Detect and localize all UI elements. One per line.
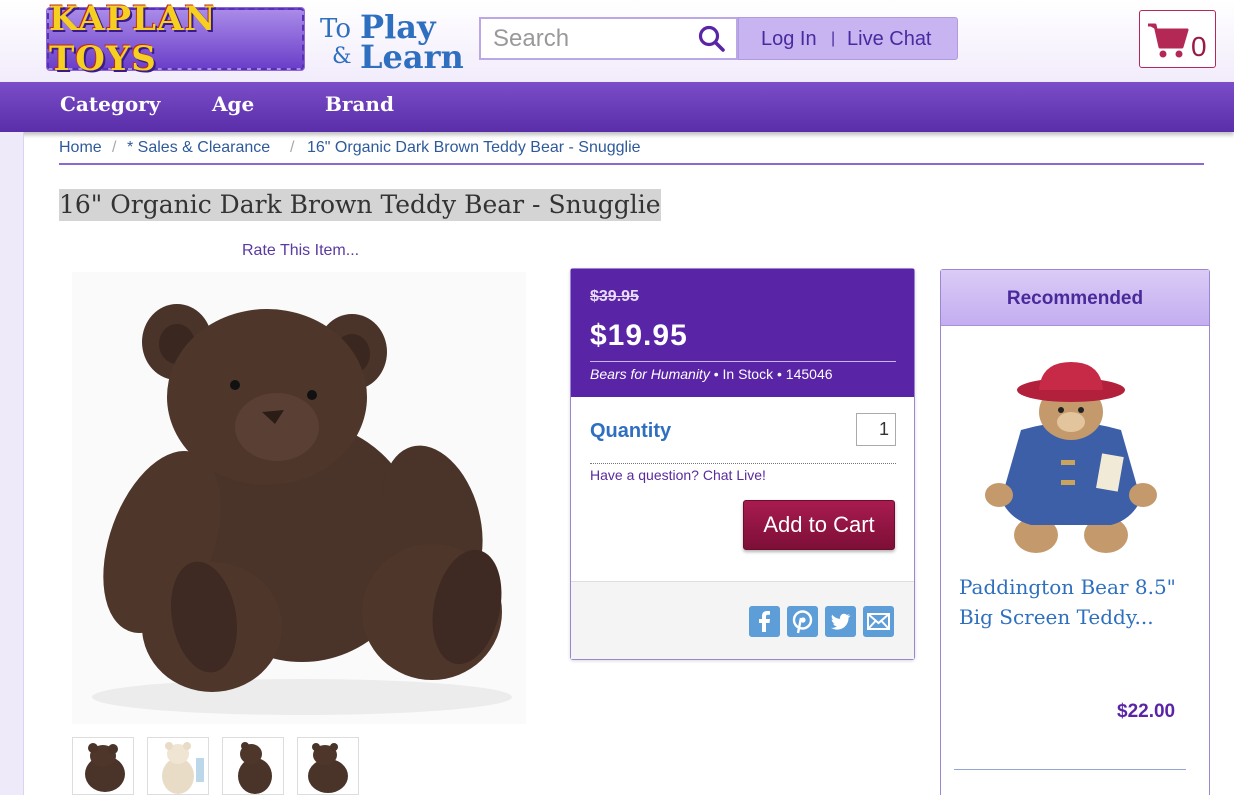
recommended-item-name[interactable]: Paddington Bear 8.5" Big Screen Teddy... <box>959 572 1199 632</box>
breadcrumb-sales-clearance[interactable]: * Sales & Clearance <box>127 139 270 157</box>
product-sku: 145046 <box>785 366 833 382</box>
thumbnail-4[interactable] <box>297 737 359 795</box>
search-icon[interactable] <box>697 24 727 54</box>
email-icon[interactable] <box>863 606 894 637</box>
recommended-panel: Recommended Paddington Bear 8.5" Big Scr… <box>940 269 1210 795</box>
page-side-edge <box>0 132 24 795</box>
recommended-header: Recommended <box>941 270 1209 326</box>
tagline-learn: Learn <box>360 38 464 76</box>
tagline-and: & <box>332 44 352 69</box>
meta-bullet: • <box>713 366 719 382</box>
product-main-image[interactable] <box>72 272 526 724</box>
shopping-cart-icon <box>1148 23 1189 58</box>
meta-bullet: • <box>777 366 782 382</box>
brand-name[interactable]: Bears for Humanity <box>590 366 710 382</box>
search-input[interactable] <box>493 25 693 53</box>
rate-item-link[interactable]: Rate This Item... <box>242 242 359 260</box>
breadcrumb-separator: / <box>112 139 117 156</box>
logo-text: KAPLAN TOYS <box>49 0 217 79</box>
price-panel: $39.95 $19.95 Bears for Humanity • In St… <box>570 268 915 660</box>
bear-thumbnail-image <box>162 742 204 794</box>
tagline-to: To <box>320 14 351 44</box>
quantity-divider <box>590 463 896 464</box>
quantity-label: Quantity <box>590 420 672 442</box>
cart-button[interactable]: 0 <box>1139 10 1216 68</box>
add-to-cart-button[interactable]: Add to Cart <box>743 500 895 550</box>
sale-price: $19.95 <box>590 319 688 352</box>
cart-count: 0 <box>1191 31 1207 62</box>
bear-thumbnail-image <box>85 743 125 792</box>
bear-thumbnail-image <box>308 743 348 793</box>
quantity-input[interactable] <box>856 413 896 446</box>
account-bar: Log In | Live Chat <box>738 17 958 60</box>
thumbnail-2[interactable] <box>147 737 209 795</box>
search-box <box>479 17 738 60</box>
paddington-bear-image[interactable] <box>981 360 1161 560</box>
nav-brand[interactable]: Brand <box>325 92 394 116</box>
kaplan-toys-logo[interactable]: KAPLAN TOYS <box>47 0 304 79</box>
recommended-title: Recommended <box>1006 288 1144 309</box>
original-price: $39.95 <box>590 288 639 305</box>
bear-thumbnail-image <box>238 742 272 794</box>
recommended-divider <box>954 769 1186 770</box>
live-chat-link[interactable]: Live Chat <box>847 28 932 51</box>
main-nav: Category Age Brand <box>0 82 1234 132</box>
chat-live-link[interactable]: Have a question? Chat Live! <box>590 467 766 483</box>
login-link[interactable]: Log In <box>761 28 817 51</box>
product-meta: Bears for Humanity • In Stock • 145046 <box>590 366 833 382</box>
breadcrumb-current[interactable]: 16" Organic Dark Brown Teddy Bear - Snug… <box>307 139 641 157</box>
twitter-icon[interactable] <box>825 606 856 637</box>
page-title: 16" Organic Dark Brown Teddy Bear - Snug… <box>59 189 661 221</box>
nav-age[interactable]: Age <box>212 92 254 116</box>
share-bar <box>571 581 914 659</box>
site-header: KAPLAN TOYS To Play & Learn Log In | Liv… <box>0 0 1234 82</box>
tagline: To Play & Learn <box>318 6 468 76</box>
login-separator: | <box>831 30 836 47</box>
price-divider <box>590 361 896 362</box>
stock-status: In Stock <box>722 366 774 382</box>
teddy-bear-image <box>92 304 512 715</box>
recommended-item-price: $22.00 <box>1117 701 1176 722</box>
breadcrumb-home[interactable]: Home <box>59 139 102 157</box>
breadcrumb: Home / * Sales & Clearance / 16" Organic… <box>59 137 1204 165</box>
facebook-icon[interactable] <box>749 606 780 637</box>
nav-category[interactable]: Category <box>60 92 160 116</box>
price-header: $39.95 $19.95 Bears for Humanity • In St… <box>571 269 914 397</box>
breadcrumb-separator: / <box>290 139 295 156</box>
thumbnail-3[interactable] <box>222 737 284 795</box>
thumbnail-1[interactable] <box>72 737 134 795</box>
pinterest-icon[interactable] <box>787 606 818 637</box>
